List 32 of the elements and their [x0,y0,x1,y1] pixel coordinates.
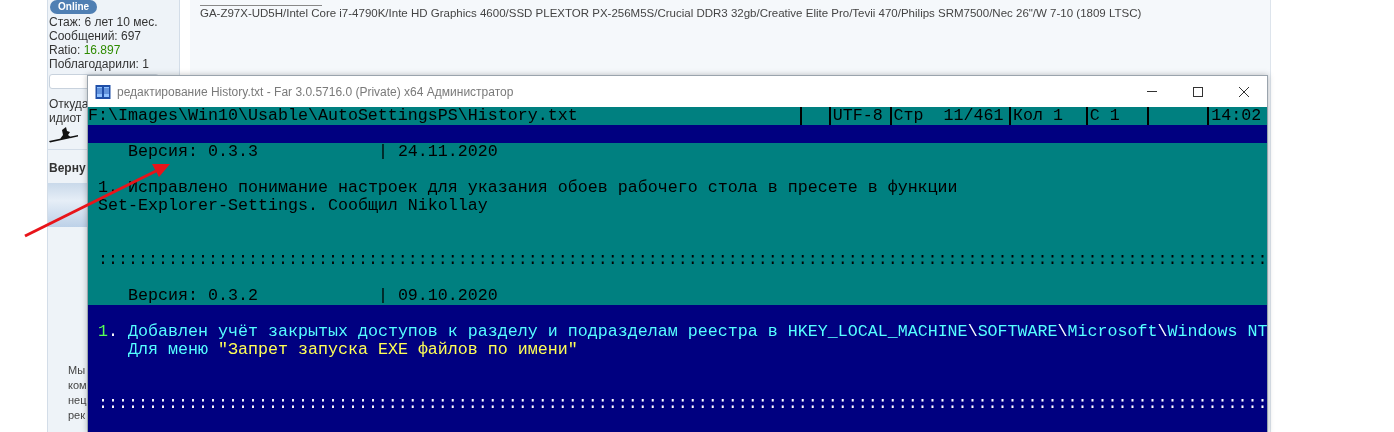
file-path: F:\Images\Win10\Usable\AutoSettingsPS\History.txt [88,107,579,125]
dotted-separator: ::::::::::::::::::::::::::::::::::::::::::::::::::::::::::::::::::::::::::::::::::::::::::::::::::::::::::::::::::::: [98,251,1267,269]
minimize-icon [1147,91,1157,92]
dotted-separator: ::::::::::::::::::::::::::::::::::::::::::::::::::::::::::::::::::::::::::::::::::::::::::::::::::::::::::::::::::::: [98,395,1267,413]
stat-label: Стаж: [49,15,83,29]
location-text: идиот [49,111,82,125]
stat-value: 697 [121,29,142,43]
witch-on-broom-icon [48,127,80,143]
window-title: редактирование History.txt - Far 3.0.5716.0 (Private) x64 Администратор [117,84,515,99]
notice-text: нец [68,393,87,408]
notice-text: Мы [68,363,86,378]
stat-label: Поблагодарили: [49,57,140,71]
stat-value: 1 [142,57,149,71]
signature-text: GA-Z97X-UD5H/Intel Core i7-4790K/Inte HD Graphics 4600/SSD PLEXTOR PX-256M5S/Crucial DDR3 32gb/Creative Elite Pro/Tevii 470/Philips SRM7500/Nec 26"/W 7-10 (1809 LTSC) [200,6,1143,20]
version-heading: Версия: 0.3.3 | 24.11.2020 [128,143,498,161]
stat-label: Сообщений: [49,29,119,43]
text-line: Для меню "Запрет запуска EXE файлов по имени" [128,341,578,359]
location-text: Откуда [49,97,89,111]
text-line: Set-Explorer-Settings. Сообщил Nikollay [98,197,488,215]
stat-label: Ratio: [49,43,82,57]
version-heading: Версия: 0.3.2 | 09.10.2020 [128,287,498,305]
text-line: 1. Добавлен учёт закрытых доступов к разделу и подразделам реестра в HKEY_LOCAL_MACHINE\SOFTWARE\Microsoft\Windows NT [98,323,1267,341]
close-icon [1238,85,1250,98]
maximize-icon [1192,85,1204,98]
notice-text: рек [68,408,86,423]
status-badge: Online [50,0,98,14]
stat-value: 16.897 [83,43,121,57]
notice-text: ком [68,378,87,393]
text-line: 1. Исправлено понимание настроек для указания обоев рабочего стола в пресете в функции [98,179,958,197]
app-icon [95,83,111,100]
back-link[interactable]: Верну [49,161,86,175]
stat-value: 6 лет 10 мес. [84,15,158,29]
